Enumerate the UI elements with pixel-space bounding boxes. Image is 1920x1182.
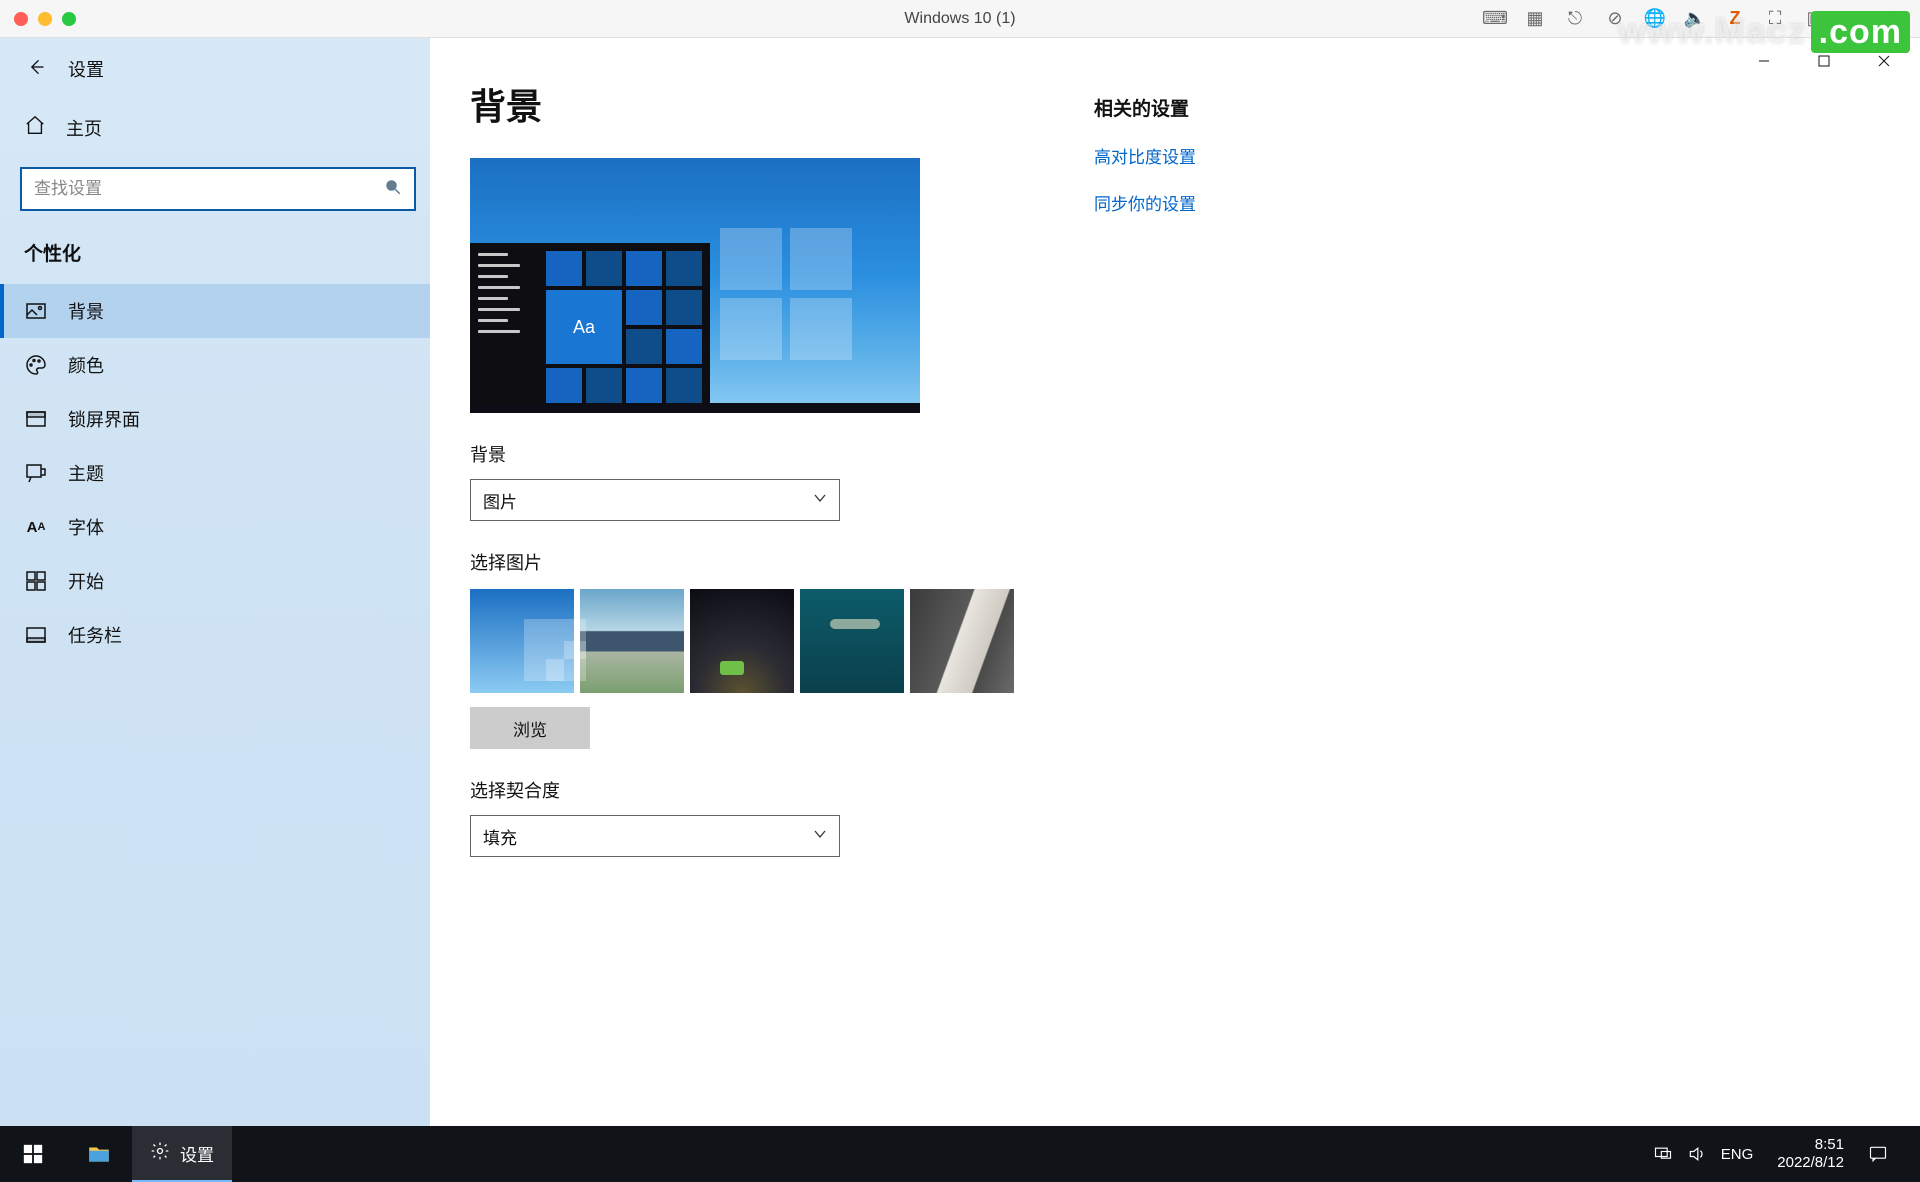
taskbar-app-label: 设置: [180, 1141, 214, 1166]
picture-thumb-1[interactable]: [470, 589, 574, 693]
sidebar-item-label: 锁屏界面: [68, 406, 140, 432]
sidebar-item-themes[interactable]: 主题: [0, 446, 430, 500]
sidebar-item-start[interactable]: 开始: [0, 554, 430, 608]
windows-taskbar: 设置 ENG 8:51 2022/8/12: [0, 1126, 1920, 1182]
sidebar-item-label: 颜色: [68, 352, 104, 378]
taskbar-clock[interactable]: 8:51 2022/8/12: [1767, 1136, 1854, 1172]
picture-icon: [24, 299, 48, 323]
brush-icon: [24, 461, 48, 485]
settings-sidebar: 设置 主页 个性化 背景: [0, 38, 430, 1126]
browse-button[interactable]: 浏览: [470, 707, 590, 749]
watermark-suffix: .com: [1811, 11, 1910, 53]
search-icon: [384, 178, 402, 201]
gear-icon: [150, 1141, 170, 1166]
picture-thumb-2[interactable]: [580, 589, 684, 693]
related-settings-title: 相关的设置: [1094, 94, 1434, 121]
picture-thumb-4[interactable]: [800, 589, 904, 693]
taskbar-time: 8:51: [1777, 1136, 1844, 1154]
font-icon: AA: [24, 515, 48, 539]
related-link-sync[interactable]: 同步你的设置: [1094, 190, 1434, 215]
home-icon: [24, 114, 46, 141]
start-menu-preview: Aa: [470, 243, 710, 413]
sidebar-home[interactable]: 主页: [0, 100, 430, 155]
chevron-down-icon: [813, 826, 827, 846]
choose-picture-label: 选择图片: [470, 549, 1014, 575]
search-input[interactable]: [34, 179, 384, 199]
sidebar-item-label: 主题: [68, 460, 104, 486]
preview-sample-tile: Aa: [546, 290, 622, 364]
sidebar-item-background[interactable]: 背景: [0, 284, 430, 338]
page-title: 背景: [470, 78, 1014, 130]
system-tray: ENG 8:51 2022/8/12: [1633, 1136, 1920, 1172]
sidebar-item-lockscreen[interactable]: 锁屏界面: [0, 392, 430, 446]
tray-project-icon[interactable]: [1653, 1144, 1673, 1164]
start-grid-icon: [24, 569, 48, 593]
fit-dropdown[interactable]: 填充: [470, 815, 840, 857]
close-traffic-light[interactable]: [14, 12, 28, 26]
sidebar-item-label: 背景: [68, 298, 104, 324]
sidebar-item-fonts[interactable]: AA 字体: [0, 500, 430, 554]
usb-icon[interactable]: ⎋: [1564, 8, 1586, 30]
watermark: www.Macz.com: [1618, 10, 1910, 52]
vm-window-title: Windows 10 (1): [904, 10, 1015, 28]
sidebar-item-colors[interactable]: 颜色: [0, 338, 430, 392]
ime-indicator[interactable]: ENG: [1721, 1146, 1754, 1163]
related-link-high-contrast[interactable]: 高对比度设置: [1094, 143, 1434, 168]
background-field-label: 背景: [470, 441, 1014, 467]
dropdown-value: 图片: [483, 488, 517, 513]
settings-header: 设置: [0, 38, 430, 100]
zoom-traffic-light[interactable]: [62, 12, 76, 26]
settings-header-title: 设置: [68, 56, 104, 82]
tray-volume-icon[interactable]: [1687, 1144, 1707, 1164]
picture-thumbnails: [470, 589, 1014, 693]
sidebar-nav: 背景 颜色 锁屏界面: [0, 284, 430, 662]
windows-logo-graphic: [720, 228, 860, 368]
chip-icon[interactable]: ▦: [1524, 8, 1546, 30]
sidebar-item-label: 开始: [68, 568, 104, 594]
settings-main: 背景 Aa: [430, 38, 1920, 1126]
back-icon[interactable]: [26, 57, 46, 82]
settings-taskbar-item[interactable]: 设置: [132, 1126, 232, 1182]
sidebar-item-label: 任务栏: [68, 622, 122, 648]
search-input-wrapper[interactable]: [20, 167, 416, 211]
sidebar-category-label: 个性化: [0, 229, 430, 284]
dropdown-value: 填充: [483, 824, 517, 849]
sidebar-item-taskbar[interactable]: 任务栏: [0, 608, 430, 662]
traffic-lights: [14, 12, 76, 26]
related-settings: 相关的设置 高对比度设置 同步你的设置: [1094, 42, 1434, 1086]
watermark-text: www.Macz: [1618, 10, 1807, 51]
picture-thumb-5[interactable]: [910, 589, 1014, 693]
taskbar-date: 2022/8/12: [1777, 1154, 1844, 1172]
desktop-preview: Aa: [470, 158, 920, 413]
file-explorer-taskbar-icon[interactable]: [66, 1126, 132, 1182]
sidebar-home-label: 主页: [66, 115, 102, 141]
start-button[interactable]: [0, 1126, 66, 1182]
lockscreen-icon: [24, 407, 48, 431]
sidebar-item-label: 字体: [68, 514, 104, 540]
minimize-traffic-light[interactable]: [38, 12, 52, 26]
background-type-dropdown[interactable]: 图片: [470, 479, 840, 521]
action-center-icon[interactable]: [1868, 1144, 1888, 1164]
picture-thumb-3[interactable]: [690, 589, 794, 693]
chevron-down-icon: [813, 490, 827, 510]
fit-field-label: 选择契合度: [470, 777, 1014, 803]
palette-icon: [24, 353, 48, 377]
keyboard-icon[interactable]: ⌨: [1484, 8, 1506, 30]
taskbar-icon: [24, 623, 48, 647]
